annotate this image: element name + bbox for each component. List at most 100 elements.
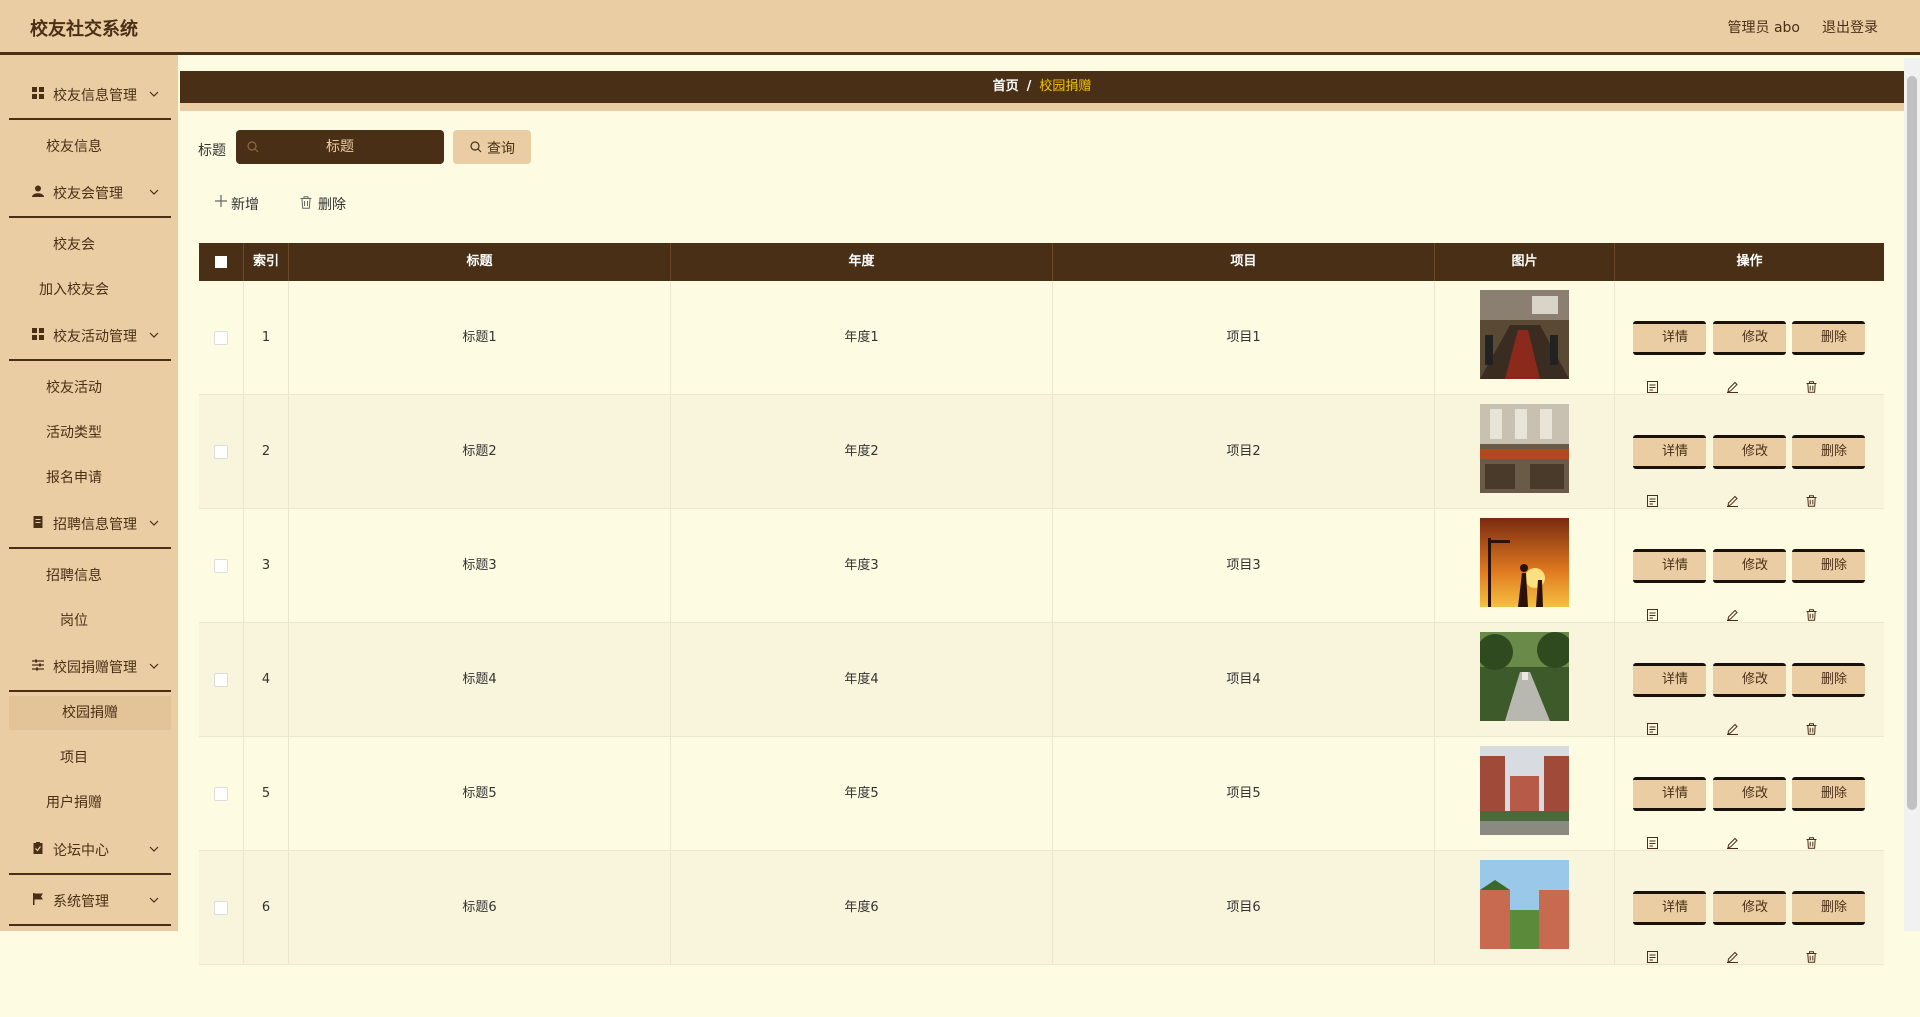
sidebar-item-alumni-assoc[interactable]: 校友会: [0, 228, 148, 262]
menu-group-forum[interactable]: 论坛中心: [9, 825, 171, 875]
delete-button[interactable]: 删除: [1792, 549, 1865, 621]
user-icon: [32, 185, 44, 197]
edit-icon: [1727, 447, 1738, 507]
sidebar-item-activity-type[interactable]: 活动类型: [0, 416, 148, 450]
detail-button[interactable]: 详情: [1633, 549, 1706, 621]
row-checkbox[interactable]: [214, 444, 228, 459]
search-input[interactable]: 标题: [236, 130, 444, 164]
query-button[interactable]: 查询: [453, 130, 531, 164]
sidebar-item-recruitment[interactable]: 招聘信息: [0, 559, 148, 593]
title-cell: 标题3: [289, 509, 671, 623]
column-header-index: 索引: [244, 243, 289, 281]
campus-building-image[interactable]: [1480, 746, 1569, 835]
delete-button[interactable]: 删除: [1792, 777, 1865, 849]
edit-button[interactable]: 修改: [1713, 663, 1786, 735]
delete-button[interactable]: 删除: [1792, 891, 1865, 963]
breadcrumb-home[interactable]: 首页: [993, 79, 1019, 94]
sidebar-item-alumni-activity[interactable]: 校友活动: [0, 371, 148, 405]
row-checkbox[interactable]: [214, 786, 228, 801]
logout-link[interactable]: 退出登录: [1822, 17, 1878, 37]
select-all-cell: [199, 243, 244, 281]
sidebar-item-join-assoc[interactable]: 加入校友会: [0, 273, 148, 307]
campus-aerial-image[interactable]: [1480, 860, 1569, 949]
delete-button[interactable]: 删除: [1792, 663, 1865, 735]
document-icon: [1647, 675, 1658, 735]
edit-button[interactable]: 修改: [1713, 321, 1786, 393]
table-row: 6 标题6 年度6 项目6 详情 修改 删除: [199, 851, 1884, 965]
image-cell: [1435, 509, 1615, 623]
document-icon: [1647, 333, 1658, 393]
edit-label: 修改: [1742, 444, 1769, 459]
column-header-image: 图片: [1435, 243, 1615, 281]
image-cell: [1435, 395, 1615, 509]
image-cell: [1435, 281, 1615, 395]
delete-label: 删除: [1821, 330, 1848, 345]
title-cell: 标题5: [289, 737, 671, 851]
detail-button[interactable]: 详情: [1633, 891, 1706, 963]
breadcrumb-current: 校园捐赠: [1039, 79, 1092, 94]
menu-group-alumni-info[interactable]: 校友信息管理: [9, 70, 171, 120]
detail-button[interactable]: 详情: [1633, 663, 1706, 735]
select-all-checkbox[interactable]: [215, 256, 227, 268]
sidebar-item-alumni-info[interactable]: 校友信息: [0, 130, 148, 164]
search-label: 标题: [198, 143, 226, 159]
year-cell: 年度4: [671, 623, 1053, 737]
row-checkbox[interactable]: [214, 330, 228, 345]
image-cell: [1435, 737, 1615, 851]
sidebar-item-project[interactable]: 项目: [0, 741, 148, 775]
actions-cell: 详情 修改 删除: [1615, 395, 1884, 509]
edit-button[interactable]: 修改: [1713, 549, 1786, 621]
menu-group-alumni-assoc[interactable]: 校友会管理: [9, 168, 171, 218]
vertical-scrollbar[interactable]: [1904, 58, 1920, 931]
title-cell: 标题2: [289, 395, 671, 509]
title-cell: 标题6: [289, 851, 671, 965]
index-cell: 6: [244, 851, 289, 965]
main-content: 首页 / 校园捐赠 标题 标题 查询 新增 删除 索引 标题 年度 项目 图片 操作…: [180, 58, 1904, 965]
search-placeholder: 标题: [326, 139, 354, 155]
row-checkbox[interactable]: [214, 900, 228, 915]
index-cell: 2: [244, 395, 289, 509]
edit-icon: [1727, 675, 1738, 735]
image-cell: [1435, 851, 1615, 965]
admin-label: 管理员 abo: [1727, 20, 1800, 36]
detail-button[interactable]: 详情: [1633, 321, 1706, 393]
sidebar-item-position[interactable]: 岗位: [0, 604, 148, 638]
edit-button[interactable]: 修改: [1713, 777, 1786, 849]
sunset-basketball-image[interactable]: [1480, 518, 1569, 607]
project-cell: 项目5: [1053, 737, 1435, 851]
detail-button[interactable]: 详情: [1633, 435, 1706, 507]
menu-group-system[interactable]: 系统管理: [9, 876, 171, 926]
table-header: 索引 标题 年度 项目 图片 操作: [199, 243, 1884, 281]
plus-icon: [215, 193, 227, 211]
menu-group-recruitment[interactable]: 招聘信息管理: [9, 499, 171, 549]
office-image[interactable]: [1480, 404, 1569, 493]
sidebar-item-user-donation[interactable]: 用户捐赠: [0, 786, 148, 820]
conference-room-image[interactable]: [1480, 290, 1569, 379]
edit-button[interactable]: 修改: [1713, 891, 1786, 963]
menu-group-alumni-activity[interactable]: 校友活动管理: [9, 311, 171, 361]
index-cell: 1: [244, 281, 289, 395]
menu-group-donation[interactable]: 校园捐赠管理: [9, 642, 171, 692]
edit-button[interactable]: 修改: [1713, 435, 1786, 507]
project-cell: 项目6: [1053, 851, 1435, 965]
document-icon: [1647, 903, 1658, 963]
row-checkbox[interactable]: [214, 672, 228, 687]
table-row: 4 标题4 年度4 项目4 详情 修改 删除: [199, 623, 1884, 737]
detail-button[interactable]: 详情: [1633, 777, 1706, 849]
trash-icon: [300, 196, 312, 209]
detail-label: 详情: [1662, 558, 1689, 573]
delete-label: 删除: [1821, 900, 1848, 915]
row-checkbox[interactable]: [214, 558, 228, 573]
add-button-label: 新增: [231, 197, 259, 213]
menu-group-label: 招聘信息管理: [53, 517, 137, 533]
sidebar-item-signup[interactable]: 报名申请: [0, 461, 148, 495]
document-icon: [1647, 447, 1658, 507]
scrollbar-thumb[interactable]: [1907, 76, 1917, 810]
sidebar-item-campus-donation[interactable]: 校园捐赠: [9, 696, 171, 730]
column-header-title: 标题: [289, 243, 671, 281]
delete-button[interactable]: 删除: [1792, 435, 1865, 507]
year-cell: 年度3: [671, 509, 1053, 623]
chevron-down-icon: [149, 659, 159, 669]
campus-path-image[interactable]: [1480, 632, 1569, 721]
delete-button[interactable]: 删除: [1792, 321, 1865, 393]
